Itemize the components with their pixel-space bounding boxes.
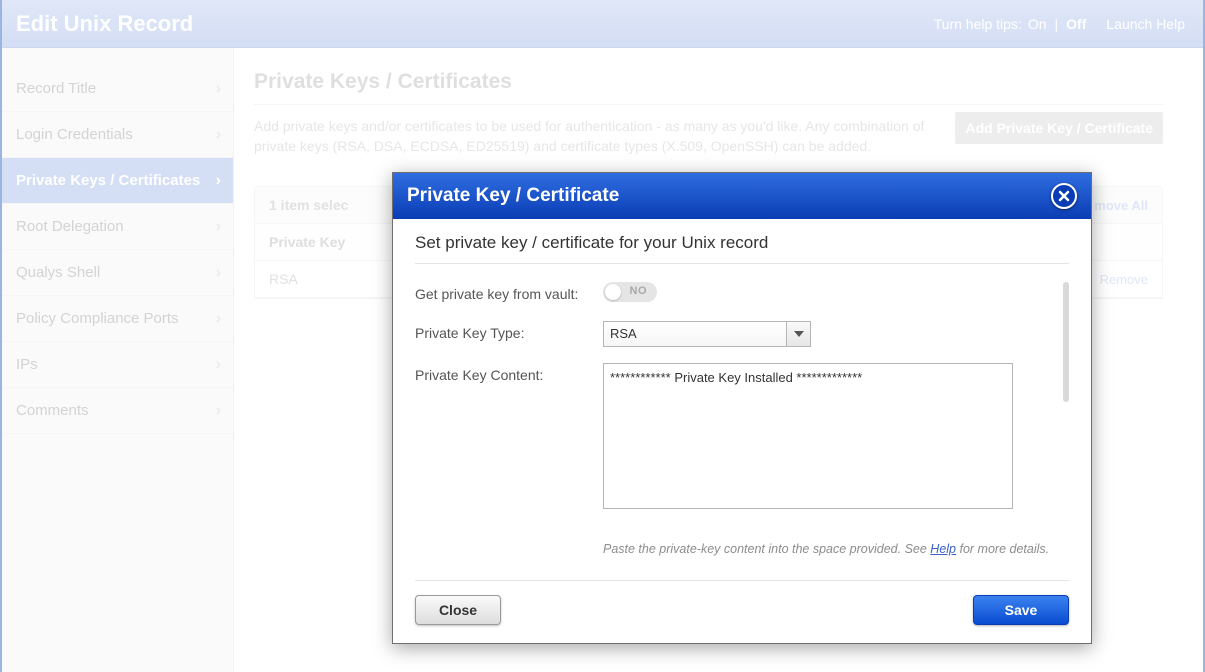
chevron-right-icon: › [216,80,221,98]
modal-title: Private Key / Certificate [407,185,619,207]
sidebar-item-label: Record Title [16,80,96,97]
add-private-key-button[interactable]: Add Private Key / Certificate [955,112,1163,144]
sidebar-item-label: Comments [16,402,89,419]
key-content-textarea[interactable] [603,363,1013,509]
sidebar-item-private-keys[interactable]: Private Keys / Certificates › [2,158,233,204]
private-key-modal: Private Key / Certificate Set private ke… [392,172,1092,644]
row-type: Private Key Type: RSA [415,321,1055,347]
modal-footer: Close Save [415,580,1069,643]
content-label: Private Key Content: [415,363,603,383]
type-label: Private Key Type: [415,321,603,341]
remove-all-link[interactable]: move All [1094,198,1148,213]
sidebar-item-comments[interactable]: Comments › [2,388,233,434]
app-header: Edit Unix Record Turn help tips: On | Of… [2,0,1203,48]
modal-header: Private Key / Certificate [393,173,1091,219]
sidebar-item-label: Qualys Shell [16,264,100,281]
sidebar-item-login-credentials[interactable]: Login Credentials › [2,112,233,158]
page-title: Private Keys / Certificates [254,70,1163,105]
chevron-right-icon: › [216,356,221,374]
sidebar-item-label: Private Keys / Certificates [16,172,200,189]
sidebar-item-label: Policy Compliance Ports [16,310,179,327]
sidebar-item-record-title[interactable]: Record Title › [2,66,233,112]
modal-subtitle: Set private key / certificate for your U… [415,233,1069,264]
help-tips-label: Turn help tips: [934,16,1022,32]
toggle-knob [605,284,621,300]
hint-text: Paste the private-key content into the s… [603,542,1069,556]
header-title: Edit Unix Record [16,11,193,37]
chevron-right-icon: › [216,402,221,420]
close-button[interactable]: Close [415,595,501,625]
select-value: RSA [610,326,637,341]
hint-pre: Paste the private-key content into the s… [603,542,930,556]
page-description: Add private keys and/or certificates to … [254,117,954,156]
sidebar-item-label: Login Credentials [16,126,133,143]
chevron-right-icon: › [216,218,221,236]
header-right: Turn help tips: On | Off Launch Help [934,16,1185,32]
row-content: Private Key Content: [415,363,1055,512]
remove-link[interactable]: Remove [1100,272,1148,287]
row-vault: Get private key from vault: NO [415,282,1055,305]
chevron-right-icon: › [216,172,221,190]
modal-body: Set private key / certificate for your U… [393,219,1091,562]
row-actions: Remove [1100,272,1148,287]
chevron-down-icon [786,322,810,346]
vault-toggle[interactable]: NO [603,282,657,302]
close-icon [1058,190,1070,202]
hint-post: for more details. [956,542,1049,556]
help-tips-on[interactable]: On [1028,16,1047,32]
vault-label: Get private key from vault: [415,282,603,302]
modal-close-button[interactable] [1051,183,1077,209]
toggle-text: NO [630,285,648,297]
help-link[interactable]: Help [930,542,956,556]
help-tips-off[interactable]: Off [1066,16,1086,32]
launch-help-link[interactable]: Launch Help [1106,16,1185,32]
sidebar-item-qualys-shell[interactable]: Qualys Shell › [2,250,233,296]
sidebar-item-policy-compliance-ports[interactable]: Policy Compliance Ports › [2,296,233,342]
sidebar: Record Title › Login Credentials › Priva… [2,48,234,672]
save-button[interactable]: Save [973,595,1069,625]
key-type-select[interactable]: RSA [603,321,811,347]
pipe: | [1055,16,1059,32]
sidebar-item-label: Root Delegation [16,218,124,235]
sidebar-item-label: IPs [16,356,38,373]
scrollbar[interactable] [1063,282,1069,402]
chevron-right-icon: › [216,310,221,328]
sidebar-item-root-delegation[interactable]: Root Delegation › [2,204,233,250]
chevron-right-icon: › [216,264,221,282]
chevron-right-icon: › [216,126,221,144]
sidebar-item-ips[interactable]: IPs › [2,342,233,388]
